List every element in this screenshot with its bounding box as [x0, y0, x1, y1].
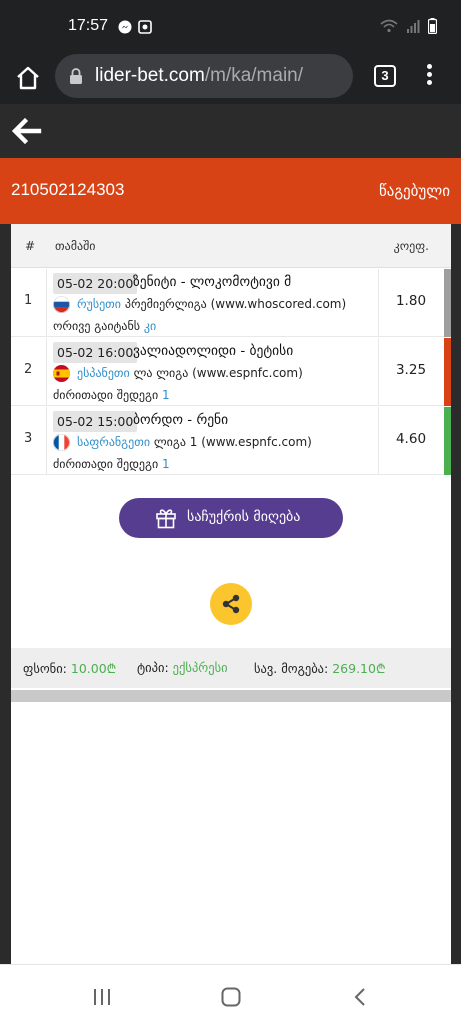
match-name: ზენიტი - ლოკომოტივი მ — [133, 274, 292, 290]
row-number: 1 — [24, 293, 33, 308]
market-name: ძირითადი შედეგი — [53, 388, 159, 402]
row-divider — [46, 338, 47, 406]
gift-button-label: საჩუქრის მიღება — [187, 509, 301, 525]
win-summary: სავ. მოგება: 269.10₾ — [254, 660, 386, 677]
market-line: ძირითადი შედეგი 1 — [53, 388, 170, 402]
result-stripe — [444, 269, 451, 337]
row-divider — [46, 407, 47, 475]
header-coef: კოეფ. — [393, 239, 429, 253]
country-name: რუსეთი — [77, 297, 122, 311]
stake-summary: ფსონი: 10.00₾ — [23, 660, 116, 677]
back-nav-icon[interactable] — [349, 985, 373, 1009]
notification-icon — [138, 20, 152, 34]
france-flag-icon — [53, 434, 70, 451]
market-line: ძირითადი შედეგი 1 — [53, 457, 170, 471]
pick-value: 1 — [162, 388, 170, 402]
league-name: პრემიერლიგა (www.whoscored.com) — [124, 297, 347, 311]
address-bar[interactable]: lider-bet.com/m/ka/main/ — [55, 54, 353, 98]
table-header: # თამაში კოეფ. — [11, 224, 451, 268]
get-gift-button[interactable]: საჩუქრის მიღება — [119, 498, 343, 538]
country-link[interactable]: ესპანეთი ლა ლიგა (www.espnfc.com) — [77, 366, 303, 380]
url-text: lider-bet.com/m/ka/main/ — [95, 65, 303, 87]
header-game: თამაში — [55, 239, 96, 253]
pick-value: კი — [143, 319, 157, 333]
type-summary: ტიპი: ექსპრესი — [137, 660, 228, 675]
home-icon[interactable] — [14, 64, 42, 92]
row-divider — [46, 269, 47, 337]
pick-value: 1 — [162, 457, 170, 471]
ticket-summary: ფსონი: 10.00₾ ტიპი: ექსპრესი სავ. მოგება… — [11, 648, 451, 688]
share-button[interactable] — [210, 583, 252, 625]
spain-flag-icon — [53, 365, 70, 382]
result-stripe — [444, 407, 451, 475]
table-row[interactable]: 3 05-02 15:00 ბორდო - რენი საფრანგეთი ლი… — [11, 407, 451, 475]
type-label: ტიპი: — [137, 660, 169, 675]
signal-icon — [407, 20, 420, 33]
coef-value: 3.25 — [395, 362, 427, 378]
match-name: ვალიადოლიდი - ბეტისი — [133, 343, 294, 359]
russia-flag-icon — [53, 296, 70, 313]
ticket-status: წაგებული — [378, 182, 450, 200]
market-line: ორივე გაიტანს კი — [53, 319, 156, 333]
table-row[interactable]: 1 05-02 20:00 ზენიტი - ლოკომოტივი მ რუსე… — [11, 269, 451, 337]
browser-toolbar: lider-bet.com/m/ka/main/ 3 — [0, 54, 461, 104]
market-name: ორივე გაიტანს — [53, 319, 141, 333]
league-name: ლიგა 1 (www.espnfc.com) — [153, 435, 312, 449]
status-time: 17:57 — [68, 17, 109, 34]
browser-menu-icon[interactable] — [422, 64, 436, 90]
type-value: ექსპრესი — [172, 660, 228, 675]
ticket-id: 210502124303 — [11, 180, 125, 199]
back-arrow-icon[interactable] — [10, 116, 42, 146]
match-date: 05-02 16:00 — [53, 342, 138, 363]
coef-value: 1.80 — [395, 293, 427, 309]
coef-value: 4.60 — [395, 431, 427, 447]
divider-band — [11, 690, 451, 702]
country-name: საფრანგეთი — [77, 435, 151, 449]
result-stripe — [444, 338, 451, 406]
win-value: 269.10₾ — [332, 661, 386, 676]
home-nav-icon[interactable] — [219, 985, 243, 1009]
match-name: ბორდო - რენი — [133, 412, 229, 428]
messenger-icon — [118, 20, 132, 34]
row-number: 3 — [24, 431, 33, 446]
league-name: ლა ლიგა (www.espnfc.com) — [133, 366, 303, 380]
country-link[interactable]: საფრანგეთი ლიგა 1 (www.espnfc.com) — [77, 435, 312, 449]
country-link[interactable]: რუსეთი პრემიერლიგა (www.whoscored.com) — [77, 297, 346, 311]
row-number: 2 — [24, 362, 33, 377]
match-date: 05-02 20:00 — [53, 273, 138, 294]
url-host: lider-bet.com — [95, 65, 205, 86]
stake-value: 10.00₾ — [70, 661, 117, 676]
country-name: ესპანეთი — [77, 366, 130, 380]
header-num: # — [25, 239, 36, 253]
win-label: სავ. მოგება: — [254, 661, 329, 676]
status-bar: 17:57 — [0, 0, 461, 54]
recent-apps-icon[interactable] — [90, 985, 114, 1009]
table-row[interactable]: 2 05-02 16:00 ვალიადოლიდი - ბეტისი ესპან… — [11, 338, 451, 406]
battery-icon — [428, 18, 437, 34]
url-path: /m/ka/main/ — [204, 65, 304, 86]
app-header — [0, 104, 461, 158]
ticket-header: 210502124303 წაგებული — [0, 158, 461, 224]
stake-label: ფსონი: — [23, 661, 67, 676]
share-icon — [222, 594, 240, 614]
lock-icon — [70, 68, 82, 84]
system-nav-bar — [0, 964, 461, 1024]
tab-switcher-button[interactable]: 3 — [374, 65, 396, 87]
wifi-icon — [380, 19, 398, 33]
gift-icon — [156, 509, 176, 529]
match-date: 05-02 15:00 — [53, 411, 138, 432]
market-name: ძირითადი შედეგი — [53, 457, 159, 471]
ticket-details: # თამაში კოეფ. 1 05-02 20:00 ზენიტი - ლო… — [11, 224, 451, 964]
